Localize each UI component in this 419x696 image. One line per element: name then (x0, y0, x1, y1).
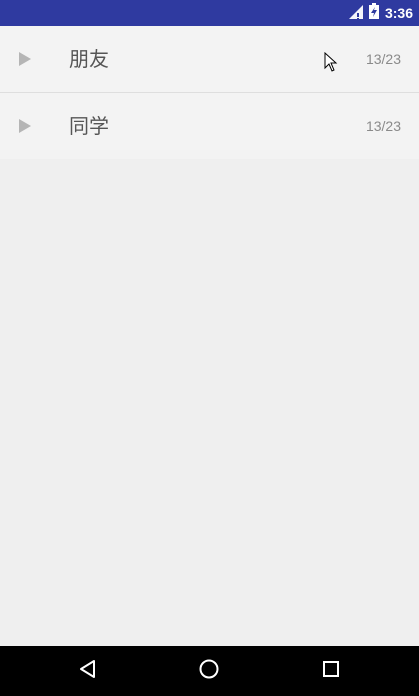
back-button[interactable] (58, 646, 118, 696)
status-time: 3:36 (384, 5, 413, 21)
expand-arrow-icon[interactable] (19, 119, 31, 133)
battery-icon (368, 3, 379, 23)
back-icon (78, 659, 98, 683)
recent-apps-icon (321, 659, 341, 683)
group-row-friends[interactable]: 朋友 13/23 (0, 26, 419, 93)
navigation-bar (0, 646, 419, 696)
group-row-classmates[interactable]: 同学 13/23 (0, 93, 419, 159)
mouse-cursor-icon (324, 51, 338, 76)
group-list: 朋友 13/23 同学 13/23 (0, 26, 419, 159)
status-icons: 3:36 (348, 0, 413, 26)
group-count: 13/23 (365, 51, 401, 67)
home-icon (198, 658, 220, 684)
expand-arrow-icon[interactable] (19, 52, 31, 66)
home-button[interactable] (179, 646, 239, 696)
recent-apps-button[interactable] (301, 646, 361, 696)
signal-icon (348, 4, 363, 23)
group-name: 同学 (69, 114, 109, 138)
group-count: 13/23 (365, 118, 401, 134)
group-name: 朋友 (69, 47, 109, 71)
status-bar: 3:36 (0, 0, 419, 26)
